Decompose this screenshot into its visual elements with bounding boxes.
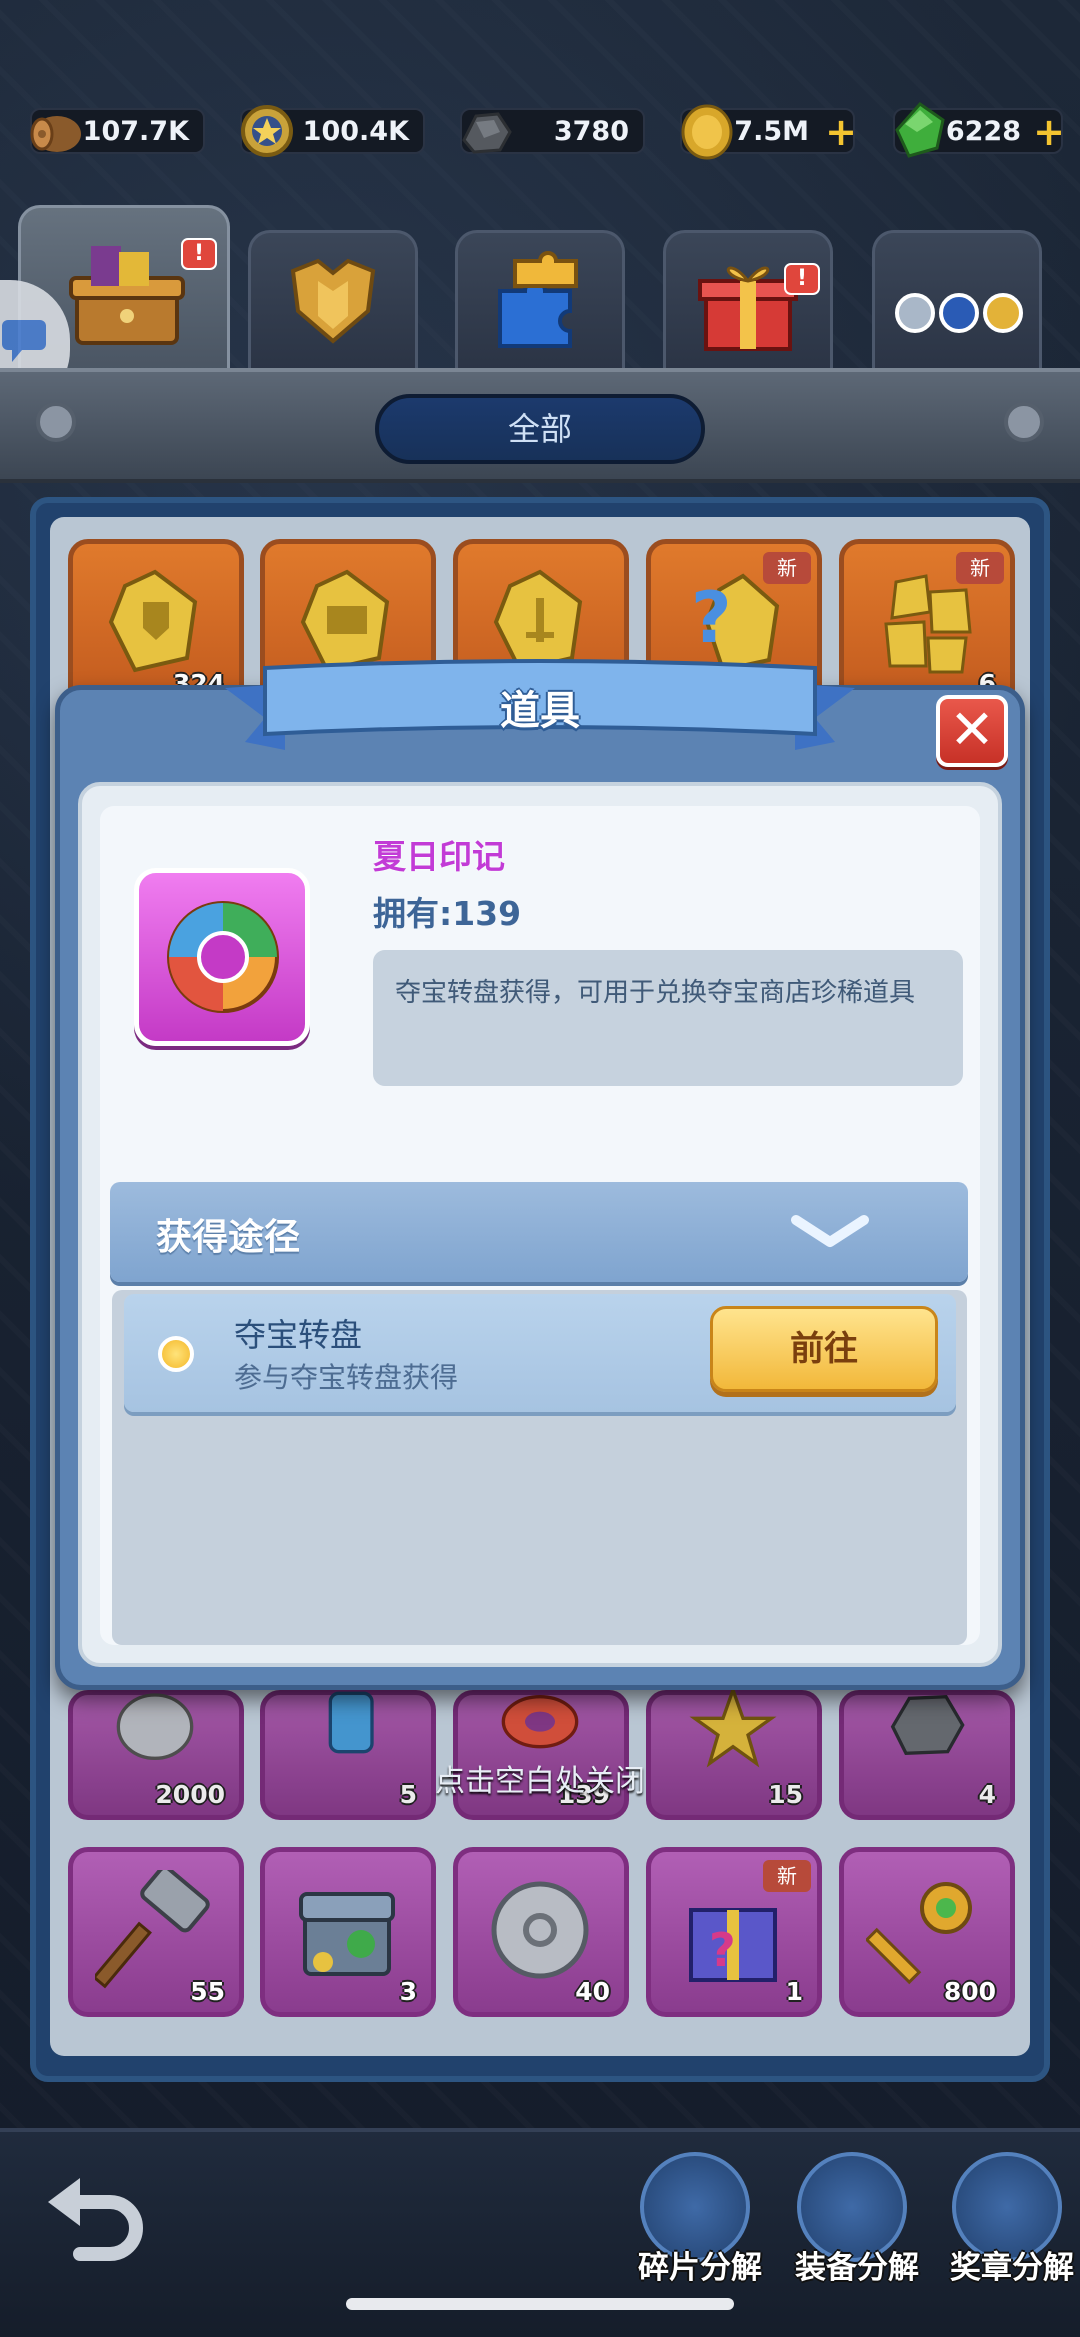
- inventory-item[interactable]: 新 6: [839, 539, 1015, 709]
- route-name: 夺宝转盘: [234, 1316, 363, 1354]
- shield-crystal-icon: [108, 569, 198, 673]
- bolt-decoration: [36, 402, 76, 442]
- add-gold-button[interactable]: +: [825, 112, 857, 152]
- resource-wood: 107.7K: [30, 108, 205, 154]
- resource-value: 100.4K: [302, 116, 409, 147]
- hammer-icon: [95, 1870, 210, 1989]
- treasure-chest-icon: [69, 246, 185, 345]
- tab-gift[interactable]: !: [663, 230, 833, 370]
- resource-bar: 107.7K 100.4K 3780 7.5M + 6228 +: [0, 98, 1080, 168]
- resource-medal: 100.4K: [240, 105, 425, 157]
- tab-gems[interactable]: [872, 230, 1042, 370]
- tab-puzzle[interactable]: [455, 230, 625, 370]
- item-icon-frame: [134, 868, 310, 1046]
- inventory-item[interactable]: 4: [839, 1690, 1015, 1820]
- chevron-down-icon: [791, 1215, 869, 1247]
- inventory-item[interactable]: 2000: [68, 1690, 244, 1820]
- item-name: 夏日印记: [373, 837, 505, 876]
- new-badge: 新: [763, 552, 811, 584]
- inventory-item[interactable]: 800: [839, 1847, 1015, 2017]
- category-tabs: ! !: [0, 205, 1080, 370]
- item-count: 40: [575, 1977, 610, 2006]
- armor-icon: [290, 258, 376, 344]
- route-bullet-icon: [158, 1336, 194, 1372]
- treasure-box-icon: [299, 1892, 395, 1976]
- button-label: 奖章分解: [950, 2250, 1074, 2286]
- clover-key-icon: [866, 1882, 972, 1985]
- puzzle-piece-icon: [498, 251, 578, 348]
- notification-badge: !: [784, 263, 820, 295]
- green-gem-icon: [895, 102, 945, 158]
- item-count: 800: [943, 1977, 996, 2006]
- inventory-item[interactable]: 5: [260, 1690, 436, 1820]
- resource-gold: 7.5M +: [680, 104, 857, 160]
- resource-value: 7.5M: [734, 116, 809, 147]
- filter-all-button[interactable]: 全部: [375, 394, 705, 464]
- close-button[interactable]: ✕: [936, 695, 1008, 767]
- item-count: 3: [399, 1977, 417, 2006]
- inventory-item[interactable]: 324: [68, 539, 244, 709]
- inventory-item[interactable]: ? 新 1: [646, 1847, 822, 2017]
- swim-ring-icon: [167, 901, 279, 1013]
- add-gem-button[interactable]: +: [1033, 112, 1065, 152]
- resource-value: 107.7K: [82, 116, 189, 147]
- fragment-decompose-button[interactable]: 碎片分解: [610, 2152, 762, 2312]
- filter-bar: 全部: [0, 368, 1080, 483]
- go-button[interactable]: 前往: [710, 1306, 938, 1392]
- star-medal-icon: [241, 105, 293, 157]
- resource-value: 6228: [945, 116, 1021, 147]
- title-ribbon: [225, 659, 855, 750]
- item-owned-count: 拥有:139: [373, 894, 522, 933]
- new-badge: 新: [956, 552, 1004, 584]
- iron-ore-icon: [462, 112, 512, 154]
- new-badge: 新: [763, 1860, 811, 1892]
- button-label: 碎片分解: [638, 2250, 762, 2286]
- inventory-item[interactable]: 40: [453, 1847, 629, 2017]
- item-description: 夺宝转盘获得，可用于兑换夺宝商店珍稀道具: [373, 950, 963, 1086]
- home-indicator[interactable]: [346, 2298, 734, 2310]
- chat-bubble-icon: [2, 320, 46, 362]
- source-header-label: 获得途径: [156, 1217, 301, 1258]
- item-count: 55: [190, 1977, 225, 2006]
- resource-value: 3780: [553, 116, 629, 147]
- equipment-decompose-button[interactable]: 装备分解: [767, 2152, 919, 2312]
- resource-gem: 6228 +: [893, 102, 1065, 158]
- svg-text:?: ?: [691, 577, 732, 659]
- source-header[interactable]: 获得途径: [110, 1182, 968, 1282]
- route-description: 参与夺宝转盘获得: [234, 1361, 459, 1394]
- svg-text:?: ?: [709, 1923, 736, 1977]
- gold-coin-icon: [681, 104, 733, 160]
- tab-armor[interactable]: [248, 230, 418, 370]
- bolt-decoration: [1004, 402, 1044, 442]
- gem-orbs-icon: [895, 293, 1023, 333]
- inventory-item[interactable]: 15: [646, 1685, 822, 1820]
- notification-badge: !: [181, 238, 217, 270]
- close-icon: ✕: [949, 698, 995, 761]
- button-label: 装备分解: [795, 2250, 919, 2286]
- resource-ore: 3780: [460, 108, 645, 154]
- inventory-item[interactable]: 55: [68, 1847, 244, 2017]
- log-icon: [30, 116, 81, 152]
- inventory-item[interactable]: 139: [453, 1690, 629, 1820]
- silver-gear-coin-icon: [491, 1881, 589, 1979]
- back-arrow-icon[interactable]: [40, 2172, 150, 2262]
- medal-decompose-button[interactable]: 奖章分解: [922, 2152, 1074, 2312]
- inventory-item[interactable]: 3: [260, 1847, 436, 2017]
- tap-to-close-hint[interactable]: 点击空白处关闭: [0, 1756, 1080, 1800]
- source-route-item: 夺宝转盘 参与夺宝转盘获得 前往: [124, 1294, 956, 1412]
- item-count: 1: [785, 1977, 803, 2006]
